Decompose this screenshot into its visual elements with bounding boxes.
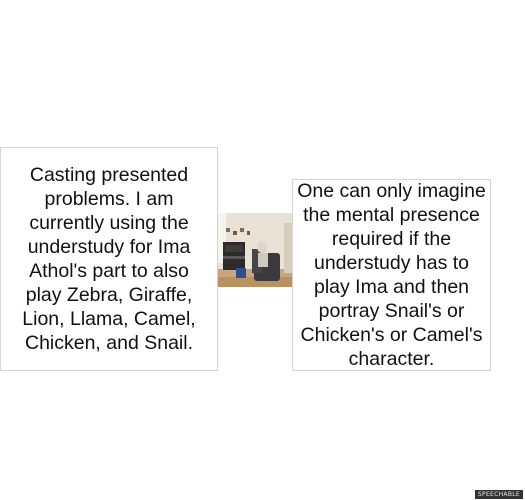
photo-image <box>218 213 292 287</box>
caption-text-left: Casting presented problems. I am current… <box>22 164 196 354</box>
caption-panel-left: Casting presented problems. I am current… <box>0 147 218 371</box>
caption-text-right: One can only imagine the mental presence… <box>297 180 486 370</box>
watermark-badge: SPEECHABLE <box>474 490 523 499</box>
caption-panel-right: One can only imagine the mental presence… <box>292 179 491 371</box>
room-photo-icon <box>218 213 292 287</box>
